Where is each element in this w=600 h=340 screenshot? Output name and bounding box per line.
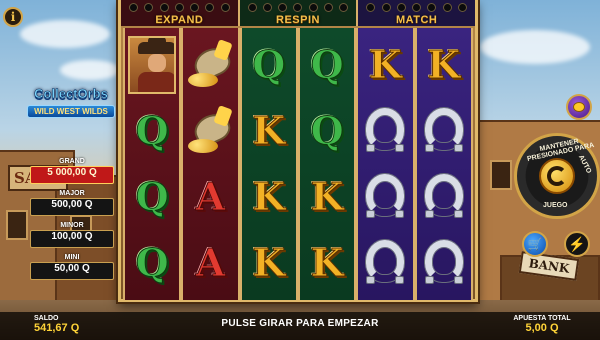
bet-display[interactable]: APUESTA TOTAL 5,00 Q <box>508 315 576 334</box>
symbol-letter: K <box>427 42 461 87</box>
symbol-letter: K <box>368 42 402 87</box>
symbol-letter: K <box>310 174 344 219</box>
status-message: PULSE GIRAR PARA EMPEZAR <box>221 318 379 329</box>
reel-5: K <box>356 28 415 300</box>
letter-symbol-k: K <box>303 235 351 291</box>
letter-symbol-k: K <box>245 169 293 225</box>
lightning-icon[interactable]: ⚡ <box>564 231 590 257</box>
symbol-letter: K <box>310 240 344 285</box>
coin-bag-symbol <box>186 103 235 159</box>
balance-value: 541,67 Q <box>34 322 80 334</box>
feature-header: EXPAND RESPIN MATCH <box>121 0 476 26</box>
match-segment: MATCH <box>358 0 476 26</box>
reel-1: QQQ <box>122 28 182 300</box>
letter-symbol-k: K <box>420 37 468 93</box>
letter-symbol-a: A <box>186 169 234 225</box>
jackpot-value: 50,00 Q <box>30 262 114 280</box>
respin-label: RESPIN <box>276 14 320 26</box>
letter-symbol-a: A <box>186 235 234 291</box>
symbol-letter: Q <box>135 108 169 153</box>
spin-arrows-icon[interactable] <box>539 158 575 194</box>
horseshoe-symbol <box>361 103 409 159</box>
symbol-letter: K <box>252 240 286 285</box>
jackpot-minor: MINOR 100,00 Q <box>30 222 114 248</box>
match-progress-dots <box>366 3 467 12</box>
symbol-letter: Q <box>135 174 169 219</box>
symbol-letter: A <box>195 240 226 285</box>
symbol-letter: Q <box>135 240 169 285</box>
horseshoe-symbol <box>361 235 409 291</box>
coin-stack-icon[interactable] <box>566 94 592 120</box>
expand-progress-dots <box>129 3 230 12</box>
spin-hint-auto: AUTO <box>576 154 593 175</box>
jackpot-label: MINI <box>64 254 80 261</box>
expand-segment: EXPAND <box>121 0 240 26</box>
reel-grid: QQQAAQKKKQQKKKK <box>122 28 474 300</box>
jackpot-mini: MINI 50,00 Q <box>30 254 114 280</box>
jackpot-label: MAJOR <box>59 190 85 197</box>
jackpot-value: 500,00 Q <box>30 198 114 216</box>
symbol-letter: A <box>195 174 226 219</box>
horseshoe-symbol <box>420 103 468 159</box>
coin-bag-symbol <box>186 37 235 93</box>
jackpot-major: MAJOR 500,00 Q <box>30 190 114 216</box>
symbol-letter: Q <box>252 42 286 87</box>
letter-symbol-q: Q <box>303 37 351 93</box>
reel-3: QKKK <box>239 28 299 300</box>
letter-symbol-q: Q <box>245 37 293 93</box>
reel-6: K <box>414 28 474 300</box>
jackpot-label: GRAND <box>59 158 85 165</box>
letter-symbol-q: Q <box>128 103 176 159</box>
symbol-letter: K <box>252 108 286 153</box>
cart-icon[interactable]: 🛒 <box>522 231 548 257</box>
logo-subtitle: WILD WEST WILDS <box>27 105 115 118</box>
letter-symbol-k: K <box>303 169 351 225</box>
letter-symbol-k: K <box>245 103 293 159</box>
letter-symbol-k: K <box>245 235 293 291</box>
reel-4: QQKK <box>297 28 357 300</box>
letter-symbol-q: Q <box>303 103 351 159</box>
jackpot-panel: GRAND 5 000,00 Q MAJOR 500,00 Q MINOR 10… <box>30 158 114 286</box>
balance-display: SALDO 541,67 Q <box>34 315 79 334</box>
symbol-letter: K <box>252 174 286 219</box>
reel-2: AA <box>181 28 240 300</box>
game-logo: CollectOrbs WILD WEST WILDS <box>24 86 118 119</box>
info-button[interactable]: i <box>3 7 23 27</box>
jackpot-label: MINOR <box>60 222 84 229</box>
spin-button[interactable]: MANTENER PRESIONADO PARA AUTO JUEGO <box>514 133 600 219</box>
letter-symbol-q: Q <box>128 235 176 291</box>
horseshoe-symbol <box>420 235 468 291</box>
match-label: MATCH <box>395 14 438 26</box>
jackpot-value: 100,00 Q <box>30 230 114 248</box>
horseshoe-symbol <box>420 169 468 225</box>
respin-segment: RESPIN <box>239 0 359 26</box>
balance-label: SALDO <box>34 315 59 322</box>
spin-hint-juego: JUEGO <box>543 202 568 209</box>
horseshoe-symbol <box>361 169 409 225</box>
expand-label: EXPAND <box>155 14 204 26</box>
jackpot-value: 5 000,00 Q <box>30 166 114 184</box>
letter-symbol-k: K <box>361 37 409 93</box>
symbol-letter: Q <box>310 42 344 87</box>
respin-progress-dots <box>247 3 349 12</box>
letter-symbol-q: Q <box>128 169 176 225</box>
logo-title: CollectOrbs <box>34 86 108 102</box>
bet-value: 5,00 Q <box>525 322 559 334</box>
jackpot-grand: GRAND 5 000,00 Q <box>30 158 114 184</box>
bet-label: APUESTA TOTAL <box>513 315 571 322</box>
symbol-letter: Q <box>310 108 344 153</box>
cowboy-wild-symbol <box>128 36 177 94</box>
